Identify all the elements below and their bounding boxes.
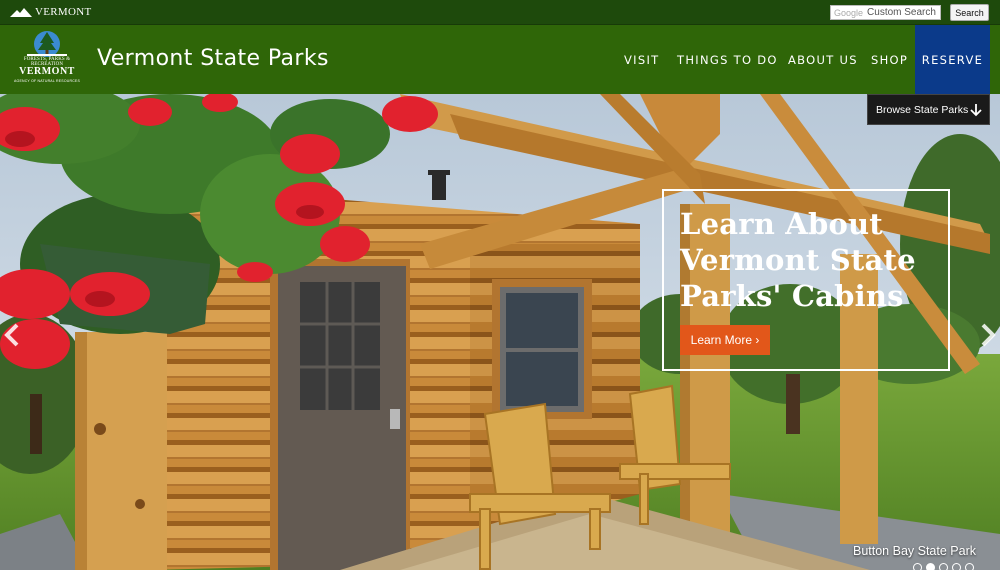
slide-park-name[interactable]: Button Bay State Park: [853, 544, 976, 558]
google-label: Google: [834, 7, 864, 18]
nav-visit[interactable]: VISIT: [624, 25, 659, 94]
browse-state-parks-dropdown[interactable]: Browse State Parks: [867, 94, 990, 125]
learn-more-button[interactable]: Learn More ›: [680, 325, 770, 355]
nav-things-to-do[interactable]: THINGS TO DO: [677, 25, 778, 94]
nav-about-us[interactable]: ABOUT US: [788, 25, 858, 94]
slide-dot[interactable]: [952, 563, 961, 570]
site-title[interactable]: Vermont State Parks: [97, 46, 329, 71]
tree-logo-icon: [27, 31, 67, 57]
slide-caption: Learn About Vermont State Parks' Cabins …: [662, 189, 950, 371]
search-input[interactable]: Google Custom Search: [830, 5, 941, 20]
slide-indicators: [913, 563, 974, 570]
arrow-down-icon: [970, 104, 982, 117]
browse-label: Browse State Parks: [876, 103, 969, 116]
mountain-icon: [10, 7, 32, 17]
caption-title: Learn About Vermont State Parks' Cabins: [680, 207, 916, 313]
slide-prev-arrow-icon[interactable]: [3, 322, 21, 348]
nav-reserve-button[interactable]: RESERVE: [915, 25, 990, 94]
logo-line-2: VERMONT: [19, 66, 75, 77]
vermont-brand-text: VERMONT: [35, 6, 92, 18]
logo-line-3: AGENCY OF NATURAL RESOURCES: [13, 79, 80, 83]
slide-dot[interactable]: [965, 563, 974, 570]
utility-bar: VERMONT Google Custom Search Search: [0, 0, 1000, 25]
vermont-home-link[interactable]: VERMONT: [10, 6, 92, 18]
fpr-logo[interactable]: FORESTS, PARKS & RECREATION VERMONT AGEN…: [10, 30, 84, 90]
nav-shop[interactable]: SHOP: [871, 25, 908, 94]
slide-dot[interactable]: [926, 563, 935, 570]
hero-slideshow: Browse State Parks Learn About Vermont S…: [0, 94, 1000, 570]
slide-next-arrow-icon[interactable]: [979, 322, 997, 348]
search-placeholder: Custom Search: [867, 7, 936, 18]
slide-dot[interactable]: [913, 563, 922, 570]
search-button[interactable]: Search: [950, 4, 989, 21]
site-header: FORESTS, PARKS & RECREATION VERMONT AGEN…: [0, 25, 1000, 94]
slide-dot[interactable]: [939, 563, 948, 570]
